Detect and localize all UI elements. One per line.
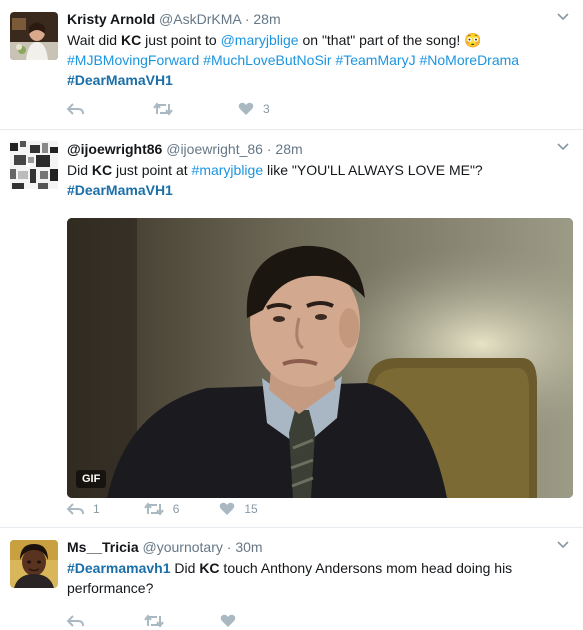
user-name[interactable]: Ms__Tricia <box>67 539 139 555</box>
retweet-icon <box>153 102 173 116</box>
text-segment: Did <box>170 560 200 576</box>
avatar[interactable] <box>10 12 58 60</box>
mention-link[interactable]: @maryjblige <box>221 32 299 48</box>
retweet-icon <box>144 614 164 628</box>
tweet-1[interactable]: Kristy Arnold @AskDrKMA · 28m Wait did K… <box>0 0 583 130</box>
tweet-content: @ijoewright86 @ijoewright_86 · 28m Did K… <box>67 140 573 516</box>
reply-icon <box>67 615 84 627</box>
tweet-3[interactable]: Ms__Tricia @yournotary · 30m #Dearmamavh… <box>0 528 583 628</box>
retweet-count: 6 <box>172 502 180 516</box>
tweet-header: Kristy Arnold @AskDrKMA · 28m <box>67 10 571 28</box>
hashtag-link[interactable]: #MuchLoveButNoSir <box>203 52 331 68</box>
hashtag-link[interactable]: #maryjblige <box>192 162 264 178</box>
retweet-button[interactable]: 6 <box>143 502 180 516</box>
hashtag-link[interactable]: #NoMoreDrama <box>419 52 519 68</box>
text-segment: like "YOU'LL ALWAYS LOVE ME"? <box>263 162 483 178</box>
separator-dot: · <box>226 539 232 555</box>
tweet-text: Wait did KC just point to @maryjblige on… <box>67 30 571 90</box>
tweet-actions: 3 <box>67 100 310 118</box>
flushed-emoji-icon: 😳 <box>464 32 482 48</box>
text-segment: Did <box>67 162 92 178</box>
gif-man-in-suit-image <box>67 218 573 498</box>
like-count: 15 <box>244 502 258 516</box>
hashtag-link[interactable]: #MJBMovingForward <box>67 52 199 68</box>
reply-icon <box>67 503 84 515</box>
tweet-actions: 1 6 15 <box>67 500 298 518</box>
gif-media[interactable]: GIF <box>67 218 573 498</box>
tweet-header: @ijoewright86 @ijoewright_86 · 28m <box>67 140 571 158</box>
heart-icon <box>238 102 254 115</box>
tweet-2[interactable]: @ijoewright86 @ijoewright_86 · 28m Did K… <box>0 130 583 528</box>
reply-icon <box>67 103 84 115</box>
tweet-content: Ms__Tricia @yournotary · 30m #Dearmamavh… <box>67 538 571 628</box>
like-count: 3 <box>263 102 270 116</box>
text-bold: KC <box>199 560 220 576</box>
separator-dot: · <box>244 11 250 27</box>
gif-badge: GIF <box>76 470 107 488</box>
user-name[interactable]: Kristy Arnold <box>67 11 155 27</box>
separator-dot: · <box>266 141 272 157</box>
hashtag-link[interactable]: #Dearmamavh1 <box>67 560 171 576</box>
text-bold: KC <box>120 32 142 48</box>
hashtag-link[interactable]: #TeamMaryJ <box>335 52 415 68</box>
user-handle[interactable]: @ijoewright_86 <box>166 141 263 157</box>
user-name[interactable]: @ijoewright86 <box>67 141 162 157</box>
avatar[interactable] <box>10 141 58 189</box>
reply-button[interactable] <box>67 102 93 116</box>
chevron-down-icon[interactable] <box>557 142 569 152</box>
timestamp[interactable]: 28m <box>275 141 302 157</box>
chevron-down-icon[interactable] <box>557 540 569 550</box>
retweet-button[interactable] <box>144 614 164 628</box>
text-segment: on "that" part of the song! <box>298 32 465 48</box>
reply-button[interactable]: 1 <box>67 502 100 516</box>
heart-icon <box>220 614 236 627</box>
retweet-button[interactable] <box>153 102 182 116</box>
avatar[interactable] <box>10 540 58 588</box>
chevron-down-icon[interactable] <box>557 12 569 22</box>
like-button[interactable]: 15 <box>219 502 258 516</box>
retweet-icon <box>143 502 164 516</box>
text-segment: Wait did <box>67 32 121 48</box>
hashtag-link[interactable]: #DearMamaVH1 <box>67 182 173 198</box>
timestamp[interactable]: 30m <box>235 539 262 555</box>
reply-button[interactable] <box>67 614 84 628</box>
hashtag-link[interactable]: #DearMamaVH1 <box>67 72 173 88</box>
tweet-actions <box>67 612 276 630</box>
tweet-content: Kristy Arnold @AskDrKMA · 28m Wait did K… <box>67 10 571 116</box>
text-bold: KC <box>91 162 113 178</box>
like-button[interactable]: 3 <box>238 102 270 116</box>
tweet-text: Did KC just point at #maryjblige like "Y… <box>67 160 571 200</box>
user-handle[interactable]: @yournotary <box>143 539 223 555</box>
timestamp[interactable]: 28m <box>253 11 280 27</box>
tweet-text: #Dearmamavh1 Did KC touch Anthony Anders… <box>67 558 537 598</box>
tweet-header: Ms__Tricia @yournotary · 30m <box>67 538 571 556</box>
like-button[interactable] <box>220 614 236 628</box>
heart-icon <box>220 502 235 515</box>
user-handle[interactable]: @AskDrKMA <box>159 11 241 27</box>
text-segment: just point to <box>141 32 221 48</box>
text-segment: just point at <box>112 162 192 178</box>
reply-count: 1 <box>93 502 100 516</box>
